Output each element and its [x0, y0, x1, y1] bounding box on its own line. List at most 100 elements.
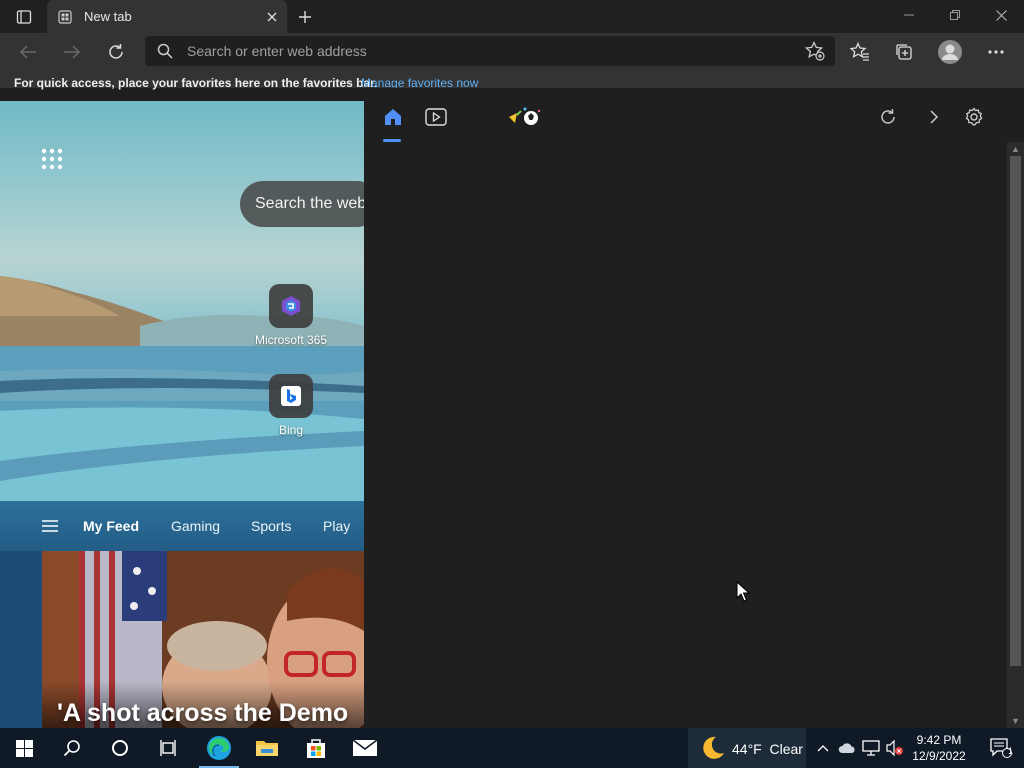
screen: New tab Search or enter web address For … — [0, 0, 1024, 768]
minimize-icon — [904, 14, 914, 16]
minimize-button[interactable] — [886, 0, 932, 30]
favorites-bar-message: For quick access, place your favorites h… — [14, 76, 378, 90]
task-view-button[interactable] — [144, 728, 192, 768]
tile-microsoft-365[interactable]: Microsoft 365 — [246, 284, 336, 347]
onedrive-tray[interactable] — [838, 739, 856, 757]
more-dots-icon — [988, 50, 1004, 54]
feed-tab-play[interactable]: Play — [323, 518, 350, 534]
panel-next-button[interactable] — [919, 104, 949, 130]
folder-icon — [256, 741, 278, 756]
arrow-left-icon — [19, 45, 36, 59]
show-hidden-icons-button[interactable] — [814, 739, 832, 757]
task-view-icon — [160, 740, 176, 756]
home-icon — [385, 109, 401, 125]
new-tab-page: Search the web Microsoft 365 Bing My Fee… — [0, 101, 364, 728]
panel-settings-button[interactable] — [959, 104, 989, 130]
favorites-bar: For quick access, place your favorites h… — [0, 70, 1024, 90]
search-icon — [63, 740, 80, 757]
scrollbar-thumb[interactable] — [1010, 156, 1021, 666]
gear-icon — [965, 107, 983, 126]
feed-tab-sports[interactable]: Sports — [251, 518, 291, 534]
weather-temp: 44°F — [732, 741, 762, 757]
scroll-up-arrow-icon[interactable]: ▲ — [1007, 142, 1024, 156]
taskbar-file-explorer-button[interactable] — [243, 728, 291, 768]
bing-icon — [269, 374, 313, 418]
tile-label: Microsoft 365 — [254, 333, 328, 347]
panel-tab-home[interactable] — [378, 104, 408, 130]
forward-button[interactable] — [57, 37, 87, 67]
video-icon — [425, 108, 447, 126]
address-bar[interactable] — [145, 36, 835, 66]
windows-logo-icon — [15, 739, 33, 757]
restore-button[interactable] — [932, 0, 978, 30]
close-icon — [267, 12, 277, 22]
taskbar-clock[interactable]: 9:42 PM 12/9/2022 — [904, 732, 974, 764]
panel-tab-video[interactable] — [421, 104, 451, 130]
tab-actions-icon — [16, 10, 32, 24]
tile-label: Bing — [278, 423, 304, 437]
news-card[interactable]: 'A shot across the Demo — [42, 551, 364, 728]
tab-title: New tab — [84, 9, 132, 24]
network-tray[interactable] — [862, 739, 880, 757]
edge-icon — [207, 736, 231, 760]
refresh-icon — [109, 44, 123, 59]
back-button[interactable] — [13, 37, 43, 67]
panel-scrollbar[interactable]: ▲ ▼ — [1007, 142, 1024, 728]
search-icon — [157, 43, 173, 59]
notification-count: 1 — [1008, 746, 1014, 756]
start-button[interactable] — [0, 728, 48, 768]
news-headline: 'A shot across the Demo — [57, 699, 349, 727]
tab-actions-button[interactable] — [8, 5, 40, 29]
clock-time: 9:42 PM — [916, 733, 962, 747]
network-icon — [862, 740, 880, 756]
mail-icon — [352, 739, 378, 756]
taskbar-edge-button[interactable] — [195, 728, 243, 768]
taskbar-store-button[interactable] — [292, 728, 340, 768]
feed-navigation: My Feed Gaming Sports Play — [0, 501, 364, 551]
tab-new-tab[interactable]: New tab — [47, 0, 287, 33]
store-bag-icon — [307, 739, 325, 758]
apps-launcher-icon[interactable] — [41, 148, 63, 170]
weather-text: 44°F Clear — [732, 741, 803, 757]
tab-close-button[interactable] — [263, 8, 281, 26]
cloud-icon — [838, 743, 855, 753]
cortana-button[interactable] — [96, 728, 144, 768]
background-image: Search the web Microsoft 365 Bing — [0, 101, 364, 501]
collections-button[interactable] — [889, 37, 919, 67]
collections-icon — [896, 44, 912, 60]
refresh-icon — [881, 109, 895, 124]
mouse-cursor-icon — [736, 581, 750, 602]
profile-button[interactable] — [935, 37, 965, 67]
refresh-button[interactable] — [101, 37, 131, 67]
microsoft-365-icon — [269, 284, 313, 328]
sidebar-panel — [364, 88, 1024, 728]
tile-bing[interactable]: Bing — [246, 374, 336, 437]
cortana-circle-icon — [112, 740, 128, 756]
feed-tab-my-feed[interactable]: My Feed — [83, 518, 139, 534]
scroll-down-arrow-icon[interactable]: ▼ — [1007, 714, 1024, 728]
chevron-right-icon — [930, 110, 939, 124]
address-input[interactable] — [187, 36, 787, 66]
web-search-box[interactable]: Search the web — [240, 181, 364, 227]
active-tab-indicator — [383, 139, 401, 142]
hamburger-menu-icon[interactable] — [41, 519, 59, 533]
weather-condition: Clear — [769, 741, 803, 757]
action-center-button[interactable]: 1 — [978, 728, 1024, 768]
panel-refresh-button[interactable] — [873, 104, 903, 130]
avatar-icon — [938, 40, 962, 64]
panel-tab-games[interactable] — [507, 104, 543, 130]
new-tab-favicon-icon — [57, 9, 73, 25]
feed-tab-gaming[interactable]: Gaming — [171, 518, 220, 534]
volume-tray[interactable] — [886, 739, 904, 757]
arrow-right-icon — [64, 45, 81, 59]
favorites-star-icon — [850, 42, 869, 61]
taskbar-search-button[interactable] — [48, 728, 96, 768]
settings-more-button[interactable] — [981, 37, 1011, 67]
close-window-button[interactable] — [978, 0, 1024, 30]
favorites-button[interactable] — [845, 37, 875, 67]
add-favorite-icon[interactable] — [805, 41, 825, 61]
new-tab-button[interactable] — [292, 5, 318, 29]
chevron-up-icon — [817, 745, 829, 752]
weather-widget[interactable]: 44°F Clear — [688, 728, 806, 768]
taskbar-mail-button[interactable] — [341, 728, 389, 768]
